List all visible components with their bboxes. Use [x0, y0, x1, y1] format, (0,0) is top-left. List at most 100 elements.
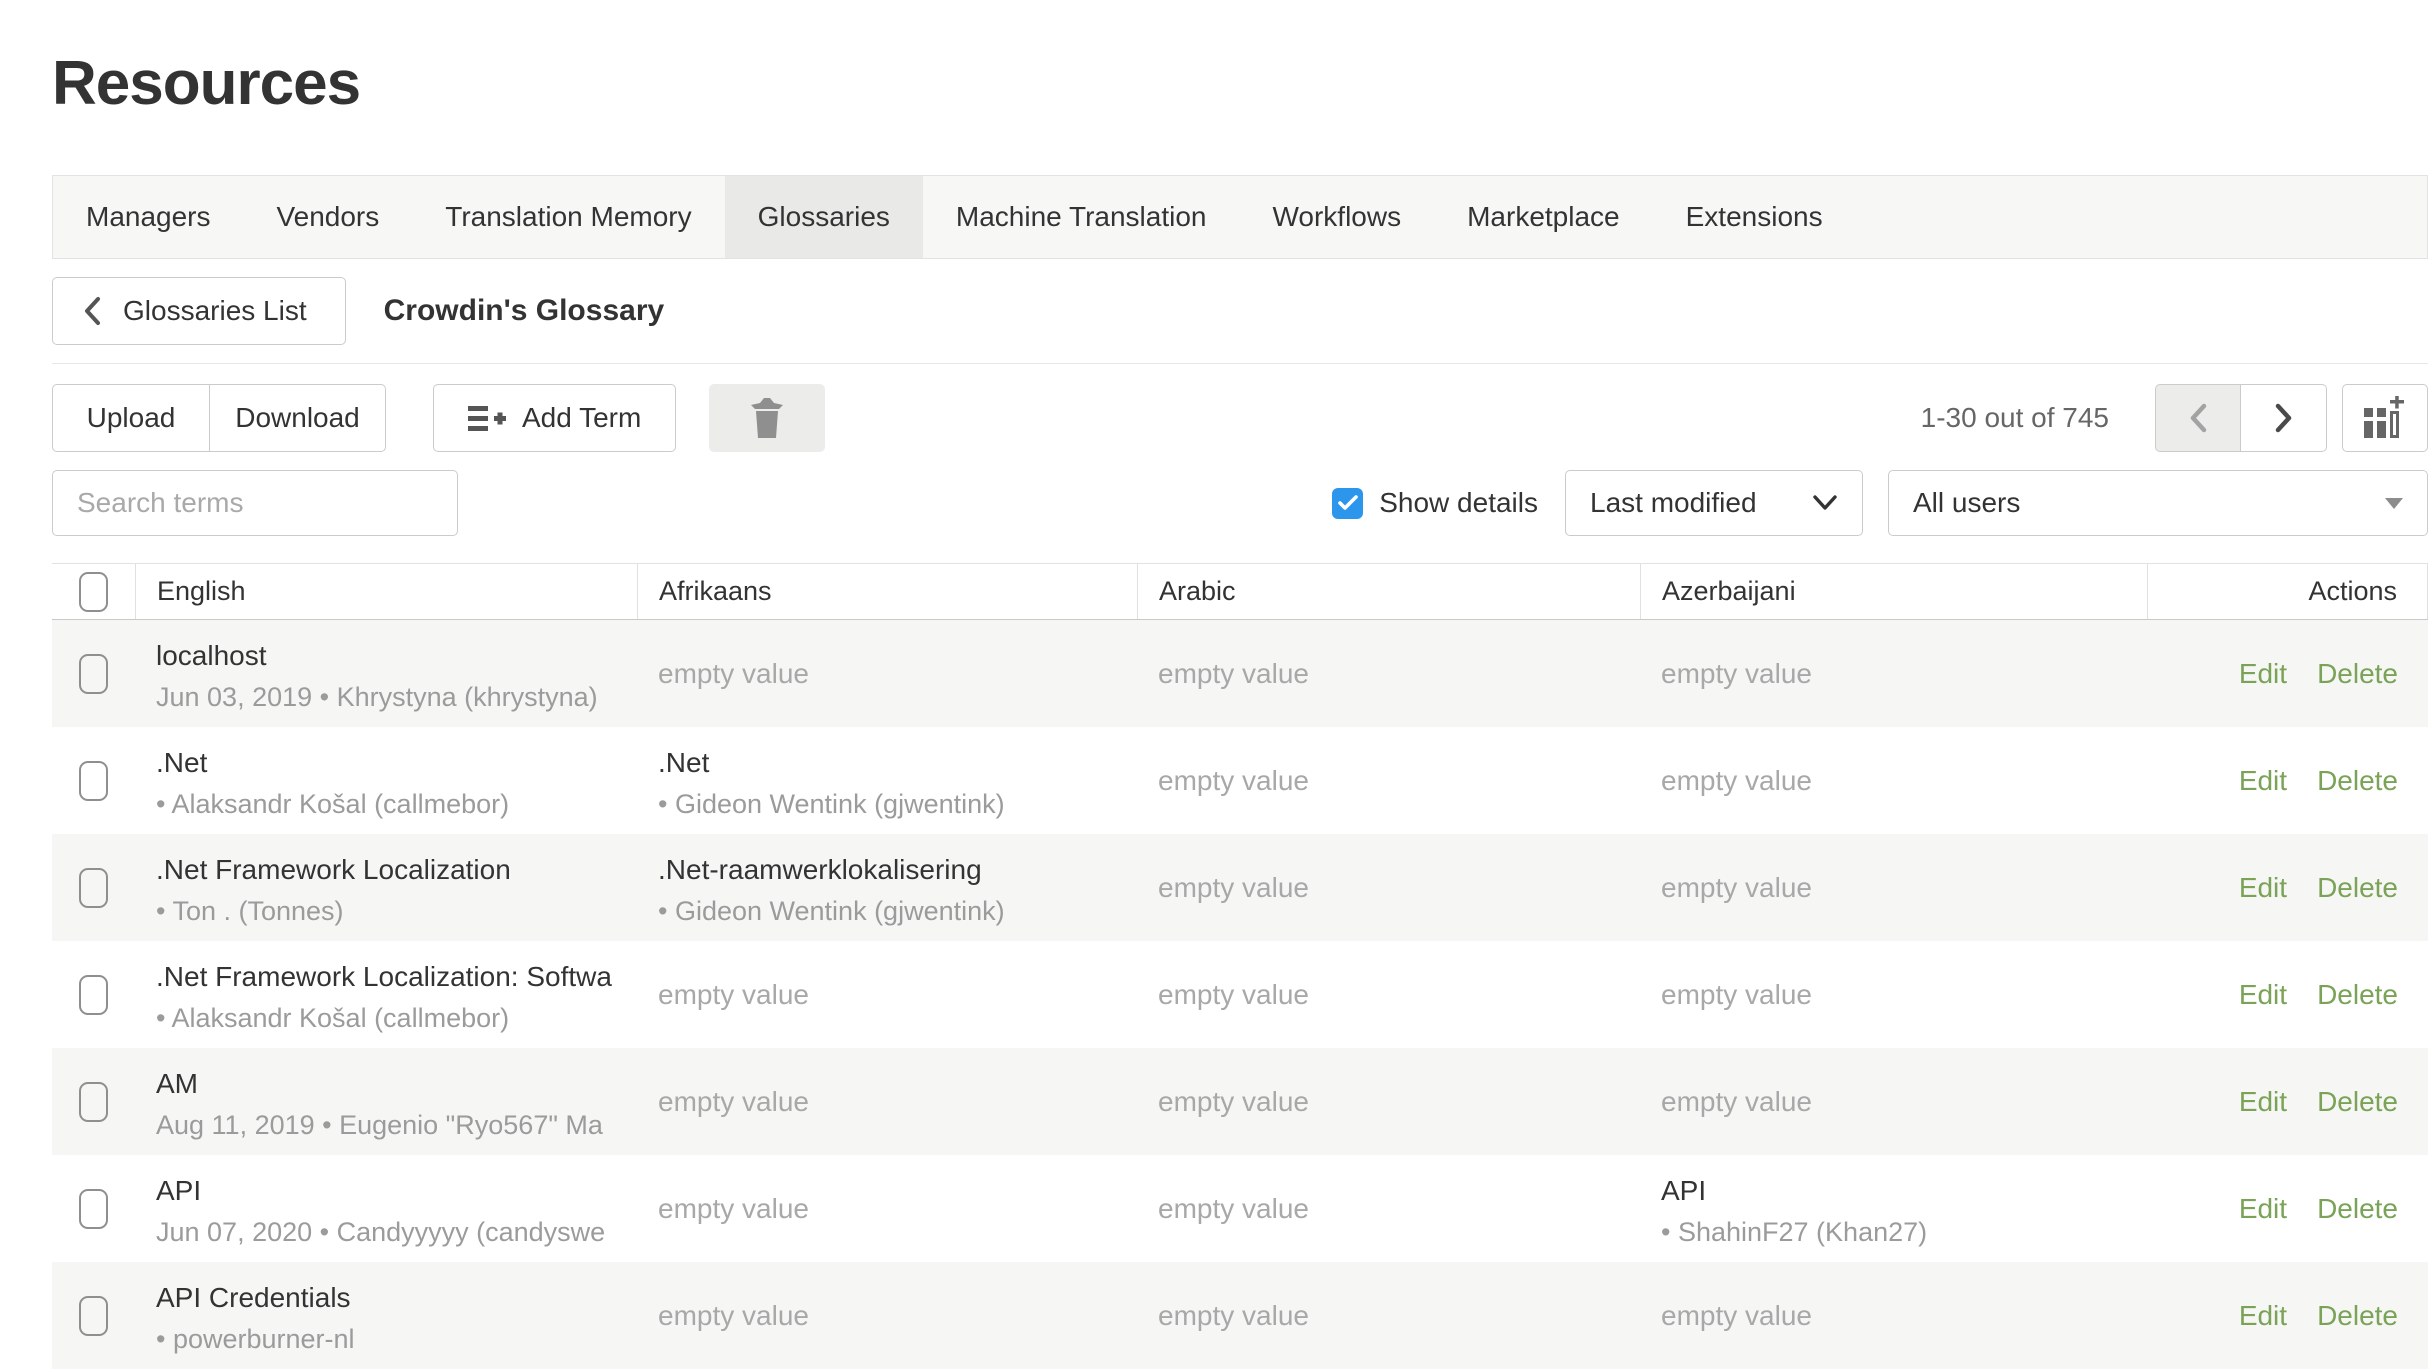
azerbaijani-cell: empty value	[1640, 1048, 2147, 1155]
afrikaans-cell: empty value	[637, 1262, 1137, 1369]
delete-link[interactable]: Delete	[2317, 1193, 2398, 1225]
table-row: .Net Framework Localization• Ton . (Tonn…	[52, 834, 2428, 941]
table-row: .Net• Alaksandr Košal (callmebor).Net• G…	[52, 727, 2428, 834]
delete-link[interactable]: Delete	[2317, 979, 2398, 1011]
tab-vendors[interactable]: Vendors	[244, 176, 413, 258]
empty-value-label: empty value	[1661, 1300, 1812, 1332]
tab-glossaries[interactable]: Glossaries	[725, 176, 923, 258]
column-header-english[interactable]: English	[135, 564, 637, 619]
pagination-buttons	[2155, 384, 2327, 452]
term-text: .Net Framework Localization: Softwa	[156, 958, 627, 995]
actions-cell: Edit Delete	[2147, 834, 2428, 941]
table-row: API Credentials• powerburner-nlempty val…	[52, 1262, 2428, 1369]
edit-link[interactable]: Edit	[2239, 1300, 2287, 1332]
edit-link[interactable]: Edit	[2239, 765, 2287, 797]
table-row: .Net Framework Localization: Softwa• Ala…	[52, 941, 2428, 1048]
row-checkbox[interactable]	[79, 868, 108, 908]
term-text: API	[1661, 1172, 2137, 1209]
delete-link[interactable]: Delete	[2317, 765, 2398, 797]
upload-button[interactable]: Upload	[52, 384, 210, 452]
tab-marketplace[interactable]: Marketplace	[1434, 176, 1653, 258]
tab-machine-translation[interactable]: Machine Translation	[923, 176, 1240, 258]
delete-link[interactable]: Delete	[2317, 872, 2398, 904]
add-column-icon	[2362, 396, 2408, 440]
row-select-cell	[52, 834, 135, 941]
row-checkbox[interactable]	[79, 1189, 108, 1229]
row-checkbox[interactable]	[79, 1082, 108, 1122]
term-text: .Net	[156, 744, 627, 781]
tab-translation-memory[interactable]: Translation Memory	[412, 176, 724, 258]
empty-value-label: empty value	[1158, 658, 1309, 690]
delete-link[interactable]: Delete	[2317, 1086, 2398, 1118]
term-text: AM	[156, 1065, 627, 1102]
row-select-cell	[52, 941, 135, 1048]
edit-link[interactable]: Edit	[2239, 979, 2287, 1011]
empty-value-label: empty value	[658, 658, 809, 690]
row-select-cell	[52, 1048, 135, 1155]
english-cell: API Credentials• powerburner-nl	[135, 1262, 637, 1369]
empty-value-label: empty value	[1661, 872, 1812, 904]
row-checkbox[interactable]	[79, 654, 108, 694]
term-text: localhost	[156, 637, 627, 674]
add-term-button[interactable]: Add Term	[433, 384, 676, 452]
term-detail: Jun 07, 2020 • Candyyyyy (candyswe	[156, 1214, 627, 1251]
edit-link[interactable]: Edit	[2239, 1193, 2287, 1225]
edit-link[interactable]: Edit	[2239, 872, 2287, 904]
english-cell: .Net• Alaksandr Košal (callmebor)	[135, 727, 637, 834]
table-row: localhostJun 03, 2019 • Khrystyna (khrys…	[52, 620, 2428, 727]
english-cell: AM Aug 11, 2019 • Eugenio "Ryo567" Ma	[135, 1048, 637, 1155]
table-body: localhostJun 03, 2019 • Khrystyna (khrys…	[52, 620, 2428, 1369]
chevron-left-icon	[83, 296, 101, 326]
users-select[interactable]: All users	[1888, 470, 2428, 536]
chevron-down-icon	[1812, 495, 1838, 511]
table-row: APIJun 07, 2020 • Candyyyyy (candysweemp…	[52, 1155, 2428, 1262]
resources-page: Resources Managers Vendors Translation M…	[52, 48, 2428, 1369]
empty-value-label: empty value	[1661, 1086, 1812, 1118]
afrikaans-cell: .Net• Gideon Wentink (gjwentink)	[637, 727, 1137, 834]
search-input[interactable]	[52, 470, 458, 536]
azerbaijani-cell: empty value	[1640, 620, 2147, 727]
empty-value-label: empty value	[1661, 658, 1812, 690]
empty-value-label: empty value	[658, 1086, 809, 1118]
resources-tabs: Managers Vendors Translation Memory Glos…	[52, 175, 2428, 259]
row-checkbox[interactable]	[79, 761, 108, 801]
download-button[interactable]: Download	[210, 384, 386, 452]
chevron-left-icon	[2189, 403, 2207, 433]
delete-link[interactable]: Delete	[2317, 1300, 2398, 1332]
next-page-button[interactable]	[2241, 384, 2327, 452]
tab-workflows[interactable]: Workflows	[1239, 176, 1434, 258]
edit-link[interactable]: Edit	[2239, 1086, 2287, 1118]
select-all-cell	[52, 564, 135, 619]
add-term-label: Add Term	[522, 402, 641, 434]
previous-page-button[interactable]	[2155, 384, 2241, 452]
show-details-toggle[interactable]: Show details	[1332, 487, 1538, 519]
sort-select[interactable]: Last modified	[1565, 470, 1863, 536]
tab-managers[interactable]: Managers	[53, 176, 244, 258]
delete-link[interactable]: Delete	[2317, 658, 2398, 690]
row-checkbox[interactable]	[79, 1296, 108, 1336]
column-header-arabic[interactable]: Arabic	[1137, 564, 1640, 619]
term-detail: • powerburner-nl	[156, 1321, 627, 1358]
select-all-checkbox[interactable]	[79, 572, 108, 612]
empty-value-label: empty value	[1158, 1193, 1309, 1225]
delete-selected-button[interactable]	[709, 384, 825, 452]
section-divider	[52, 363, 2428, 364]
term-detail: • Gideon Wentink (gjwentink)	[658, 893, 1127, 930]
azerbaijani-cell: empty value	[1640, 1262, 2147, 1369]
english-cell: APIJun 07, 2020 • Candyyyyy (candyswe	[135, 1155, 637, 1262]
empty-value-label: empty value	[658, 979, 809, 1011]
edit-link[interactable]: Edit	[2239, 658, 2287, 690]
tab-extensions[interactable]: Extensions	[1653, 176, 1856, 258]
row-checkbox[interactable]	[79, 975, 108, 1015]
term-detail: Aug 11, 2019 • Eugenio "Ryo567" Ma	[156, 1107, 627, 1144]
term-detail: • Gideon Wentink (gjwentink)	[658, 786, 1127, 823]
manage-columns-button[interactable]	[2342, 384, 2428, 452]
back-button-label: Glossaries List	[123, 295, 307, 327]
glossaries-list-back-button[interactable]: Glossaries List	[52, 277, 346, 345]
azerbaijani-cell: API• ShahinF27 (Khan27)	[1640, 1155, 2147, 1262]
empty-value-label: empty value	[1158, 872, 1309, 904]
actions-cell: Edit Delete	[2147, 1048, 2428, 1155]
column-header-azerbaijani[interactable]: Azerbaijani	[1640, 564, 2147, 619]
checked-checkbox-icon	[1332, 488, 1363, 519]
column-header-afrikaans[interactable]: Afrikaans	[637, 564, 1137, 619]
